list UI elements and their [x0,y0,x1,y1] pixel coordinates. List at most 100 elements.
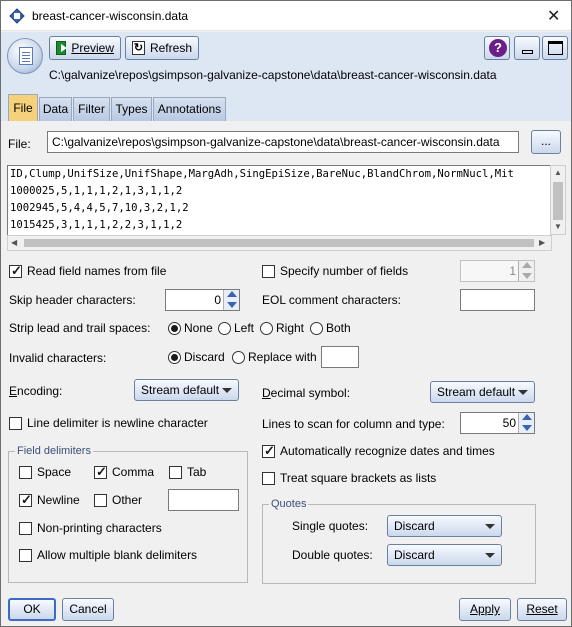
preview-horizontal-scrollbar[interactable]: ◀ ▶ [7,235,552,251]
double-quotes-label: Double quotes: [292,548,373,562]
invalid-discard-radio[interactable] [168,351,181,364]
apply-button[interactable]: Apply [459,598,511,621]
scroll-left-icon[interactable]: ◀ [11,238,17,247]
spinner-down-icon[interactable] [522,425,532,431]
square-brackets-label: Treat square brackets as lists [280,471,437,485]
newline-delimiter-checkbox[interactable] [19,492,32,508]
strip-both-radio[interactable] [310,322,323,335]
chevron-down-icon [485,553,495,558]
decimal-symbol-value: Stream default [437,385,516,399]
non-printing-label: Non-printing characters [37,521,162,535]
scroll-down-icon[interactable]: ▼ [554,222,562,231]
window-title: breast-cancer-wisconsin.data [32,9,189,23]
title-bar: breast-cancer-wisconsin.data ✕ [1,1,571,31]
strip-left-radio[interactable] [218,322,231,335]
strip-right-radio[interactable] [260,322,273,335]
square-brackets-checkbox[interactable] [262,472,275,485]
file-node-icon [9,8,25,24]
spinner-up-icon [522,262,532,268]
preview-line: 1015425,3,1,1,1,2,2,3,1,1,2 [10,219,183,231]
encoding-label: Encoding: [9,384,63,398]
refresh-button[interactable]: ↻ Refresh [125,36,199,60]
help-button[interactable]: ? [484,36,510,60]
strip-right-label: Right [276,321,305,335]
spinner-down-icon[interactable] [227,302,237,308]
tab-delimiter-label: Tab [187,465,207,479]
tab-filter[interactable]: Filter [73,97,110,121]
tab-strip: File Data Filter Types Annotations [1,94,571,121]
tab-types[interactable]: Types [111,97,152,121]
decimal-symbol-dropdown[interactable]: Stream default [430,381,535,403]
field-delimiters-title: Field delimiters [15,445,93,457]
file-label: File: [8,137,31,151]
reset-button[interactable]: Reset [517,598,567,621]
space-delimiter-checkbox[interactable] [19,466,32,479]
encoding-dropdown[interactable]: Stream default [134,379,239,401]
skip-header-spinner[interactable]: 0 [165,289,240,311]
single-quotes-dropdown[interactable]: Discard [387,515,502,537]
double-quotes-value: Discard [394,548,435,562]
specify-number-fields-checkbox[interactable] [262,265,275,278]
play-icon [56,41,68,55]
browse-button[interactable]: ... [531,130,561,154]
tab-delimiter-checkbox[interactable] [169,466,182,479]
comma-delimiter-checkbox[interactable] [94,464,107,480]
spinner-up-icon[interactable] [522,414,532,420]
tab-annotations[interactable]: Annotations [153,97,226,121]
preview-vertical-scrollbar[interactable]: ▲ ▼ [550,165,566,235]
preview-line: ID,Clump,UnifSize,UnifShape,MargAdh,Sing… [10,168,514,180]
preview-line: 1000025,5,1,1,1,2,1,3,1,1,2 [10,185,183,197]
ok-button[interactable]: OK [8,598,56,621]
replace-with-input[interactable] [321,346,359,368]
read-field-names-checkbox[interactable] [9,263,22,279]
multiple-blank-checkbox[interactable] [19,549,32,562]
non-printing-checkbox[interactable] [19,522,32,535]
minimize-button[interactable] [514,36,540,60]
scroll-thumb[interactable] [553,182,563,220]
comma-delimiter-label: Comma [112,465,155,479]
single-quotes-value: Discard [394,519,435,533]
line-delimiter-label: Line delimiter is newline character [27,416,208,430]
quotes-title: Quotes [269,498,309,510]
other-delimiter-checkbox[interactable] [94,494,107,507]
chevron-down-icon [485,524,495,529]
chevron-down-icon [518,390,528,395]
other-delimiter-label: Other [112,493,143,507]
maximize-button[interactable] [542,36,568,60]
decimal-symbol-label: Decimal symbol: [262,386,351,400]
invalid-discard-label: Discard [184,350,225,364]
skip-header-label: Skip header characters: [9,293,136,307]
close-icon[interactable]: ✕ [547,6,560,26]
lines-to-scan-spinner[interactable]: 50 [460,412,535,434]
scroll-right-icon[interactable]: ▶ [539,238,545,247]
number-of-fields-spinner: 1 [460,260,535,282]
tab-data[interactable]: Data [39,97,72,121]
strip-none-label: None [184,321,213,335]
lines-to-scan-label: Lines to scan for column and type: [262,417,445,431]
line-delimiter-checkbox[interactable] [9,417,22,430]
auto-dates-label: Automatically recognize dates and times [280,444,495,458]
invalid-replace-radio[interactable] [232,351,245,364]
spinner-up-icon[interactable] [227,291,237,297]
other-delimiter-input[interactable] [168,489,239,511]
help-icon: ? [489,39,507,57]
newline-delimiter-label: Newline [37,493,80,507]
eol-comment-input[interactable] [460,289,535,311]
tab-file[interactable]: File [8,94,38,121]
strip-none-radio[interactable] [168,322,181,335]
refresh-label: Refresh [149,41,192,55]
scroll-thumb[interactable] [24,239,534,247]
scroll-up-icon[interactable]: ▲ [554,168,562,177]
preview-button[interactable]: Preview [49,36,121,60]
chevron-down-icon [222,388,232,393]
preview-label: Preview [71,41,114,55]
double-quotes-dropdown[interactable]: Discard [387,544,502,566]
auto-dates-checkbox[interactable] [262,443,275,459]
cancel-button[interactable]: Cancel [62,598,114,621]
invalid-characters-label: Invalid characters: [9,351,107,365]
lines-to-scan-value: 50 [502,416,516,430]
skip-header-value: 0 [214,293,221,307]
strip-left-label: Left [234,321,255,335]
dialog-window: breast-cancer-wisconsin.data ✕ Preview ↻… [0,0,572,627]
file-path-input[interactable]: C:\galvanize\repos\gsimpson-galvanize-ca… [47,131,519,153]
